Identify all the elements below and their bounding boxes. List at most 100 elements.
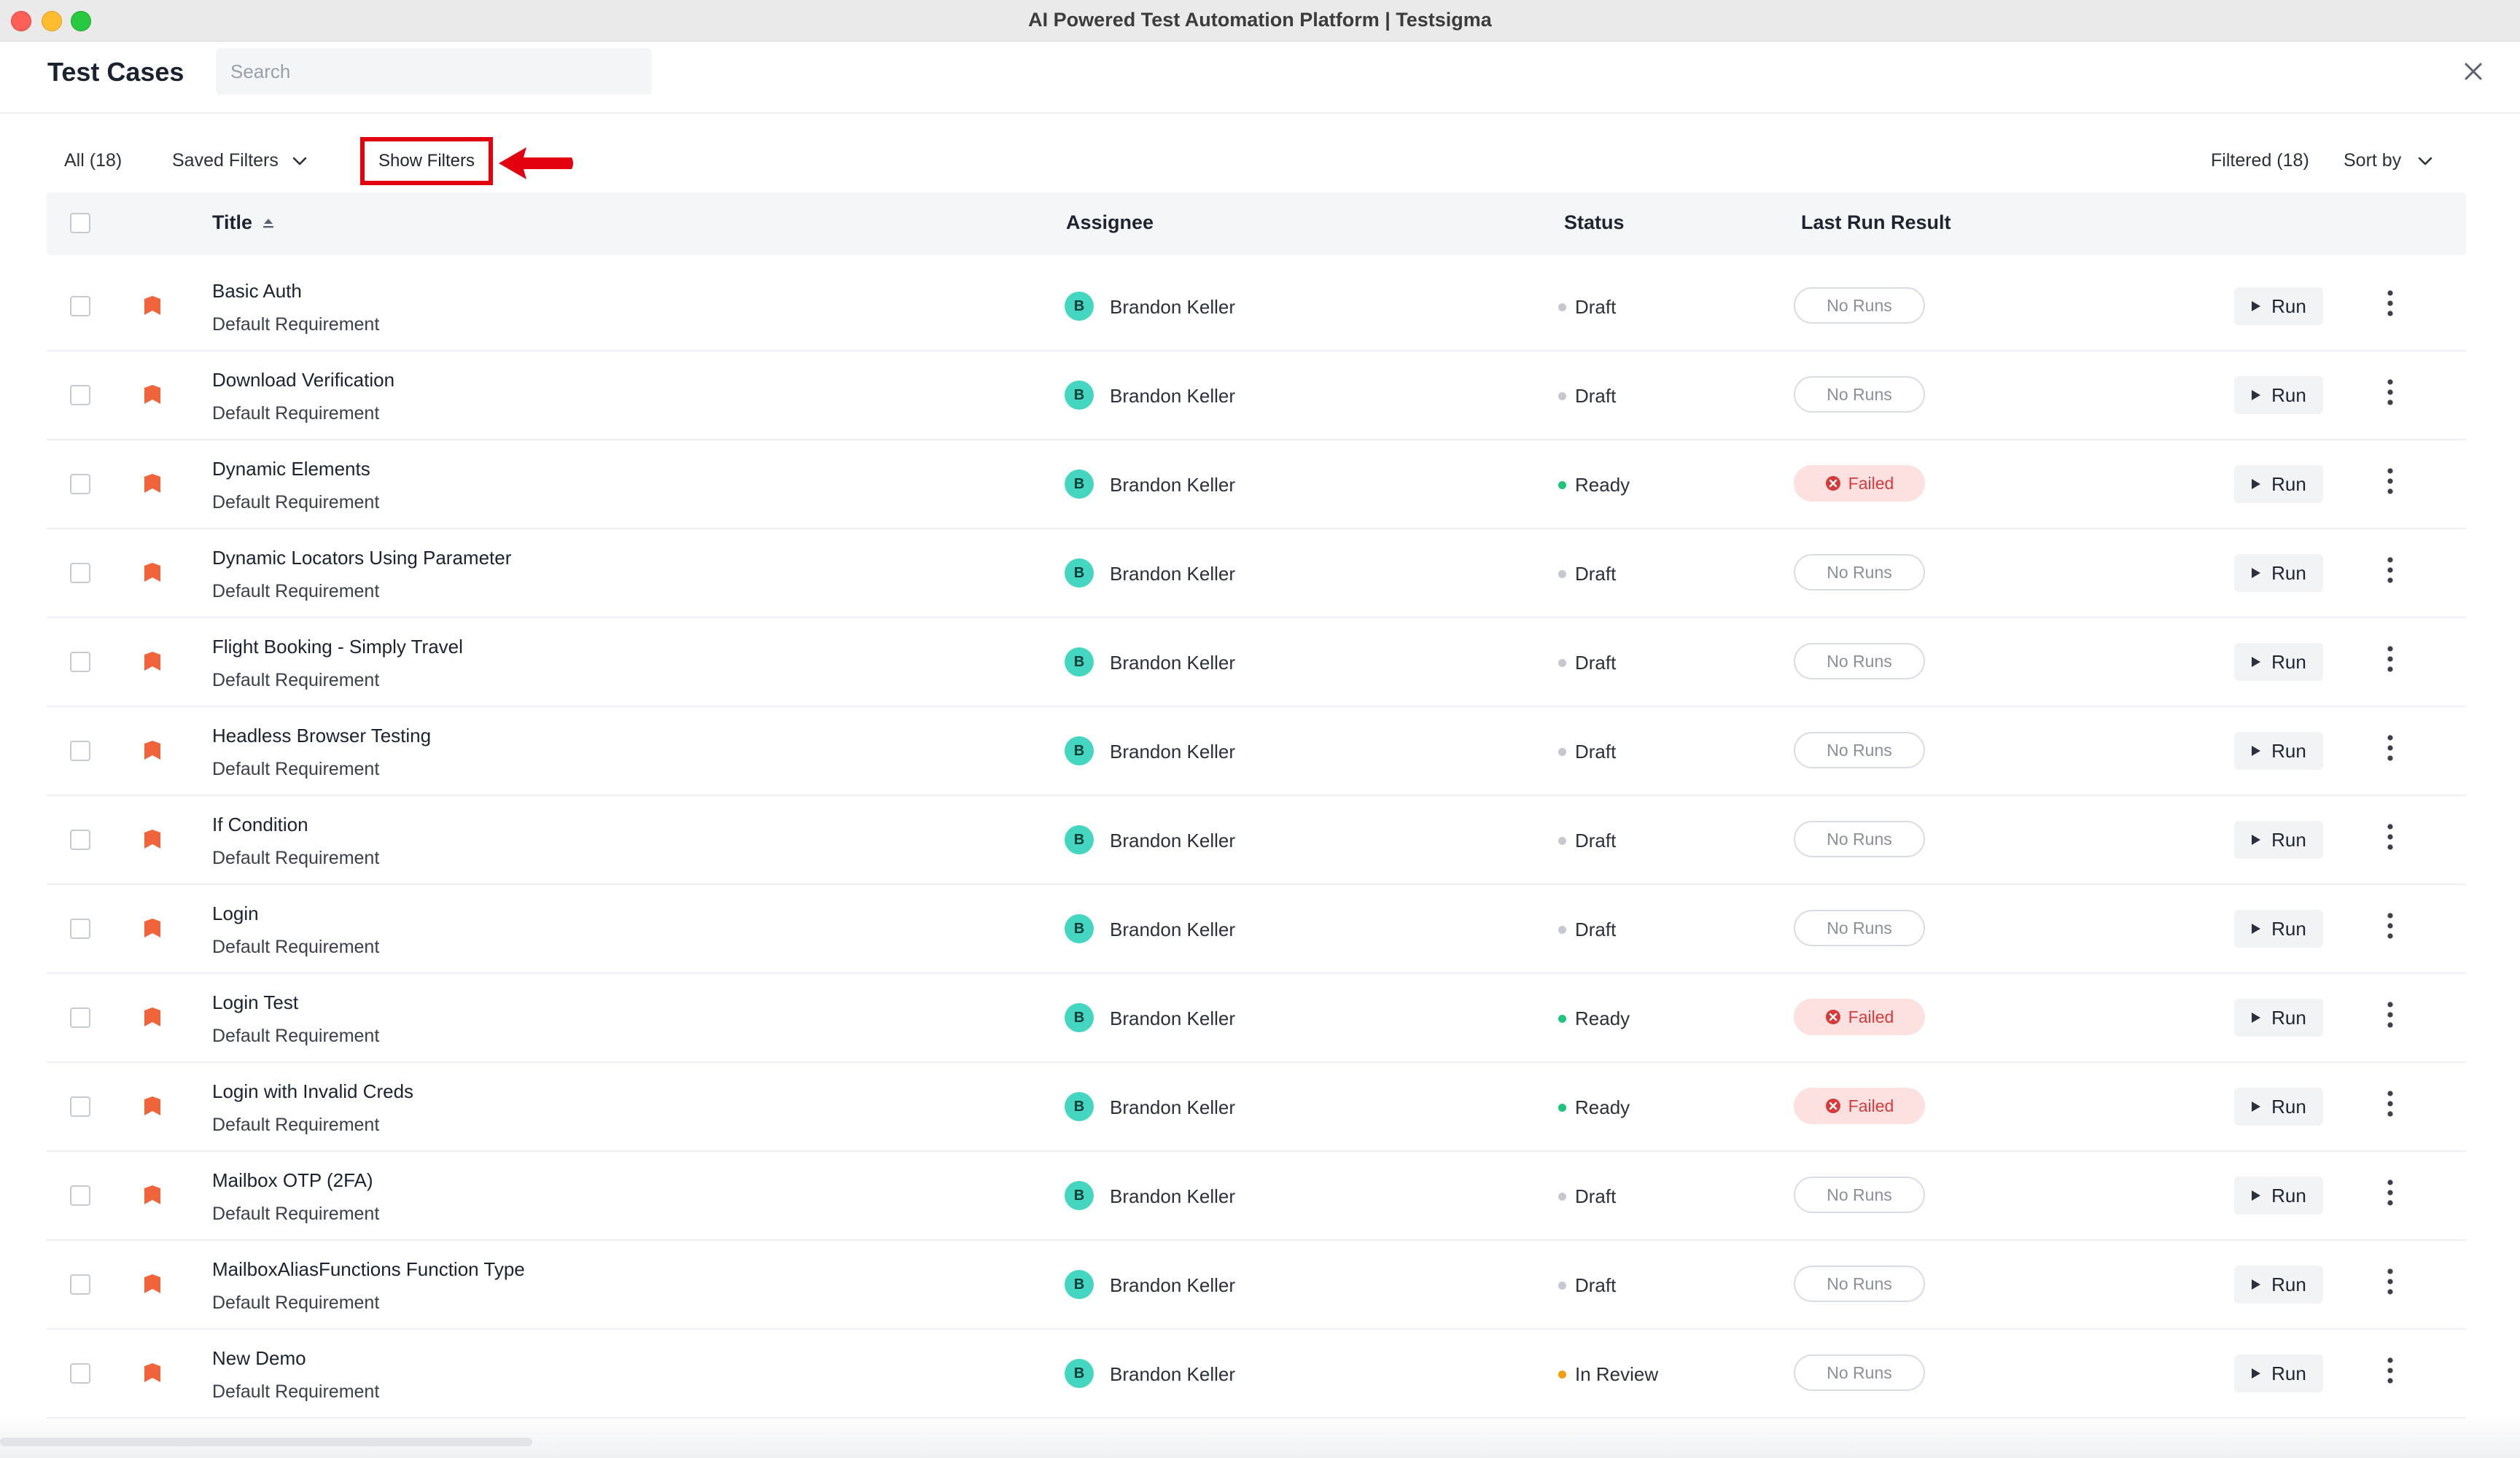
table-row[interactable]: Mailbox OTP (2FA) Default Requirement B … <box>47 1152 2466 1241</box>
test-case-title[interactable]: Dynamic Locators Using Parameter <box>212 547 511 569</box>
more-options-icon[interactable] <box>2380 997 2400 1032</box>
avatar: B <box>1065 1092 1094 1121</box>
test-case-title[interactable]: New Demo <box>212 1347 306 1370</box>
table-row[interactable]: Dynamic Locators Using Parameter Default… <box>47 529 2466 618</box>
status-label: Draft <box>1575 830 1617 851</box>
table-row[interactable]: Flight Booking - Simply Travel Default R… <box>47 618 2466 707</box>
test-case-title[interactable]: Download Verification <box>212 369 394 391</box>
row-checkbox[interactable] <box>70 741 90 761</box>
status-label: Ready <box>1575 474 1630 496</box>
table-row[interactable]: If Condition Default Requirement B Brand… <box>47 796 2466 885</box>
run-button[interactable]: Run <box>2234 1177 2323 1215</box>
row-checkbox[interactable] <box>70 1185 90 1206</box>
select-all-checkbox[interactable] <box>70 213 90 233</box>
last-run-badge: No Runs <box>1794 1177 1925 1213</box>
table-row[interactable]: Dynamic Elements Default Requirement B B… <box>47 440 2466 529</box>
test-case-title[interactable]: MailboxAliasFunctions Function Type <box>212 1258 525 1281</box>
status-indicator: Draft <box>1558 385 1616 408</box>
more-options-icon[interactable] <box>2380 819 2400 854</box>
status-label: Draft <box>1575 919 1617 940</box>
sort-by-dropdown[interactable]: Sort by <box>2344 150 2433 171</box>
table-row[interactable]: New Demo Default Requirement B Brandon K… <box>47 1330 2466 1419</box>
test-case-title[interactable]: Dynamic Elements <box>212 458 370 480</box>
table-row[interactable]: Download Verification Default Requiremen… <box>47 351 2466 440</box>
priority-icon <box>144 1007 160 1026</box>
run-button[interactable]: Run <box>2234 1266 2323 1303</box>
more-options-icon[interactable] <box>2380 464 2400 499</box>
more-options-icon[interactable] <box>2380 908 2400 943</box>
more-options-icon[interactable] <box>2380 553 2400 588</box>
sort-by-label: Sort by <box>2344 150 2402 171</box>
more-options-icon[interactable] <box>2380 1086 2400 1121</box>
table-row[interactable]: Login Test Default Requirement B Brandon… <box>47 974 2466 1063</box>
run-button[interactable]: Run <box>2234 999 2323 1037</box>
more-options-icon[interactable] <box>2380 1353 2400 1388</box>
table-row[interactable]: Login with Invalid Creds Default Require… <box>47 1063 2466 1152</box>
run-button[interactable]: Run <box>2234 287 2323 325</box>
row-checkbox[interactable] <box>70 296 90 316</box>
status-column-header[interactable]: Status <box>1564 211 1625 234</box>
run-button[interactable]: Run <box>2234 732 2323 770</box>
more-options-icon[interactable] <box>2380 286 2400 321</box>
row-checkbox[interactable] <box>70 1007 90 1028</box>
test-case-requirement: Default Requirement <box>212 1381 380 1402</box>
title-column-header[interactable]: Title <box>212 211 276 234</box>
more-options-icon[interactable] <box>2380 730 2400 765</box>
last-run-column-header[interactable]: Last Run Result <box>1801 211 1951 234</box>
run-button[interactable]: Run <box>2234 821 2323 859</box>
test-case-title[interactable]: Login Test <box>212 991 298 1014</box>
status-label: Draft <box>1575 652 1617 674</box>
more-options-icon[interactable] <box>2380 1175 2400 1210</box>
row-checkbox[interactable] <box>70 919 90 939</box>
test-case-title[interactable]: Flight Booking - Simply Travel <box>212 636 463 658</box>
status-dot <box>1558 837 1566 845</box>
show-filters-button[interactable]: Show Filters <box>360 137 493 185</box>
horizontal-scrollbar[interactable] <box>0 1438 532 1446</box>
table-row[interactable]: MailboxAliasFunctions Function Type Defa… <box>47 1241 2466 1330</box>
row-checkbox[interactable] <box>70 474 90 494</box>
test-case-title[interactable]: Headless Browser Testing <box>212 725 431 747</box>
row-checkbox[interactable] <box>70 652 90 672</box>
test-case-title[interactable]: Login with Invalid Creds <box>212 1080 413 1103</box>
test-case-title[interactable]: Mailbox OTP (2FA) <box>212 1169 373 1192</box>
row-checkbox[interactable] <box>70 1363 90 1384</box>
last-run-badge: No Runs <box>1794 376 1925 413</box>
all-tab[interactable]: All (18) <box>64 150 122 171</box>
row-checkbox[interactable] <box>70 385 90 405</box>
more-options-icon[interactable] <box>2380 642 2400 677</box>
row-checkbox[interactable] <box>70 1274 90 1295</box>
avatar: B <box>1065 469 1094 499</box>
run-label: Run <box>2271 295 2306 317</box>
status-indicator: Draft <box>1558 741 1616 763</box>
saved-filters-dropdown[interactable]: Saved Filters <box>172 150 308 171</box>
run-label: Run <box>2271 383 2306 406</box>
test-case-title[interactable]: Basic Auth <box>212 280 302 303</box>
assignee-name: Brandon Keller <box>1110 1007 1235 1029</box>
more-options-icon[interactable] <box>2380 1264 2400 1299</box>
table-row[interactable]: Basic Auth Default Requirement B Brandon… <box>47 262 2466 351</box>
play-icon <box>2252 1368 2261 1379</box>
play-icon <box>2252 746 2261 756</box>
run-button[interactable]: Run <box>2234 1354 2323 1392</box>
search-input[interactable] <box>216 48 652 95</box>
table-row[interactable]: Login Default Requirement B Brandon Kell… <box>47 885 2466 974</box>
run-button[interactable]: Run <box>2234 465 2323 503</box>
table-row[interactable]: Headless Browser Testing Default Require… <box>47 707 2466 796</box>
failed-icon <box>1825 476 1840 491</box>
play-icon <box>2252 568 2261 578</box>
row-checkbox[interactable] <box>70 1096 90 1117</box>
assignee-name: Brandon Keller <box>1110 1363 1235 1385</box>
row-checkbox[interactable] <box>70 563 90 583</box>
list-toolbar: All (18) Saved Filters Show Filters Filt… <box>0 131 2520 192</box>
run-button[interactable]: Run <box>2234 643 2323 681</box>
more-options-icon[interactable] <box>2380 375 2400 410</box>
run-button[interactable]: Run <box>2234 376 2323 414</box>
test-case-title[interactable]: Login <box>212 903 259 925</box>
close-icon[interactable] <box>2457 55 2489 87</box>
run-button[interactable]: Run <box>2234 1088 2323 1126</box>
row-checkbox[interactable] <box>70 830 90 850</box>
run-button[interactable]: Run <box>2234 554 2323 592</box>
run-button[interactable]: Run <box>2234 910 2323 948</box>
test-case-title[interactable]: If Condition <box>212 814 308 836</box>
assignee-column-header[interactable]: Assignee <box>1066 211 1154 234</box>
